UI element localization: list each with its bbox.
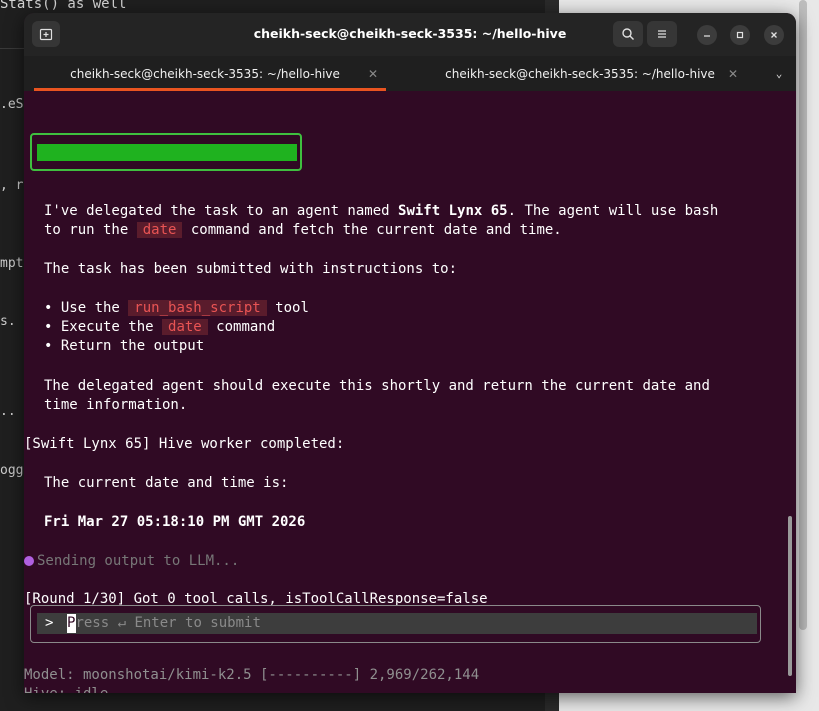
background-scrollbar[interactable] xyxy=(799,0,807,630)
input-placeholder: Press ↵ Enter to submit xyxy=(67,615,261,631)
bullet-item: • Use the run_bash_script tool xyxy=(44,300,309,316)
chevron-down-icon: ⌄ xyxy=(775,67,783,80)
maximize-icon xyxy=(736,31,744,39)
output-line: The task has been submitted with instruc… xyxy=(44,261,458,277)
minimize-icon xyxy=(704,35,710,37)
bullet-item: • Execute the date command xyxy=(44,319,276,335)
hamburger-menu-icon xyxy=(658,30,666,38)
close-tab-icon[interactable]: ✕ xyxy=(368,67,378,81)
model-status: Model: moonshotai/kimi-k2.5 [----------]… xyxy=(24,667,480,683)
prompt-input[interactable]: > Press ↵ Enter to submit xyxy=(37,613,757,634)
terminal-window: cheikh-seck@cheikh-seck-3535: ~/hello-hi… xyxy=(24,13,796,693)
minimize-button[interactable] xyxy=(697,25,717,45)
background-editor-text: Stats() as well xyxy=(0,0,127,12)
prompt-symbol: > xyxy=(45,615,54,631)
datetime-output: Fri Mar 27 05:18:10 PM GMT 2026 xyxy=(44,514,306,530)
progress-bar-fill xyxy=(37,144,297,161)
title-bar[interactable]: cheikh-seck@cheikh-seck-3535: ~/hello-hi… xyxy=(24,13,796,56)
menu-button[interactable] xyxy=(647,21,677,47)
divider xyxy=(0,48,24,49)
tab-list-button[interactable]: ⌄ xyxy=(764,56,794,91)
background-fragment: mpt xyxy=(0,256,24,271)
tab-label: cheikh-seck@cheikh-seck-3535: ~/hello-hi… xyxy=(445,66,715,81)
background-fragment: , r xyxy=(0,178,24,193)
progress-box xyxy=(30,133,302,171)
hive-status: Hive: idle xyxy=(24,685,108,693)
inline-code: run_bash_script xyxy=(128,300,267,316)
terminal-scrollbar[interactable] xyxy=(788,516,792,676)
worker-status-line: [Swift Lynx 65] Hive worker completed: xyxy=(24,436,345,452)
search-icon xyxy=(622,28,634,40)
bullet-item: • Return the output xyxy=(44,338,205,354)
search-button[interactable] xyxy=(613,21,643,47)
tab-label: cheikh-seck@cheikh-seck-3535: ~/hello-hi… xyxy=(70,66,340,81)
inline-code: date xyxy=(136,222,183,238)
prompt-input-box[interactable]: > Press ↵ Enter to submit xyxy=(30,605,761,643)
agent-name: Swift Lynx 65 xyxy=(398,203,508,219)
maximize-button[interactable] xyxy=(730,25,750,45)
output-line: I've delegated the task to an agent name… xyxy=(44,203,719,219)
output-line: time information. xyxy=(44,397,188,413)
output-line: The current date and time is: xyxy=(44,475,289,491)
background-fragment: .. xyxy=(0,404,16,419)
close-tab-icon[interactable]: ✕ xyxy=(728,67,738,81)
terminal-output[interactable]: I've delegated the task to an agent name… xyxy=(24,91,796,693)
inline-code: date xyxy=(162,319,208,335)
close-icon xyxy=(771,32,777,38)
background-fragment: s. xyxy=(0,314,16,329)
tab-active[interactable]: cheikh-seck@cheikh-seck-3535: ~/hello-hi… xyxy=(24,56,386,91)
tab-inactive[interactable]: cheikh-seck@cheikh-seck-3535: ~/hello-hi… xyxy=(410,56,750,91)
tab-bar: cheikh-seck@cheikh-seck-3535: ~/hello-hi… xyxy=(24,56,796,91)
window-title: cheikh-seck@cheikh-seck-3535: ~/hello-hi… xyxy=(253,26,567,41)
output-line: The delegated agent should execute this … xyxy=(44,378,710,394)
background-fragment: ogg xyxy=(0,463,24,478)
background-fragment: .eSt xyxy=(0,97,24,112)
sending-status: Sending output to LLM... xyxy=(24,552,239,571)
output-line: to run the date command and fetch the cu… xyxy=(44,222,562,238)
close-button[interactable] xyxy=(764,25,784,45)
spinner-dot-icon xyxy=(24,556,34,566)
